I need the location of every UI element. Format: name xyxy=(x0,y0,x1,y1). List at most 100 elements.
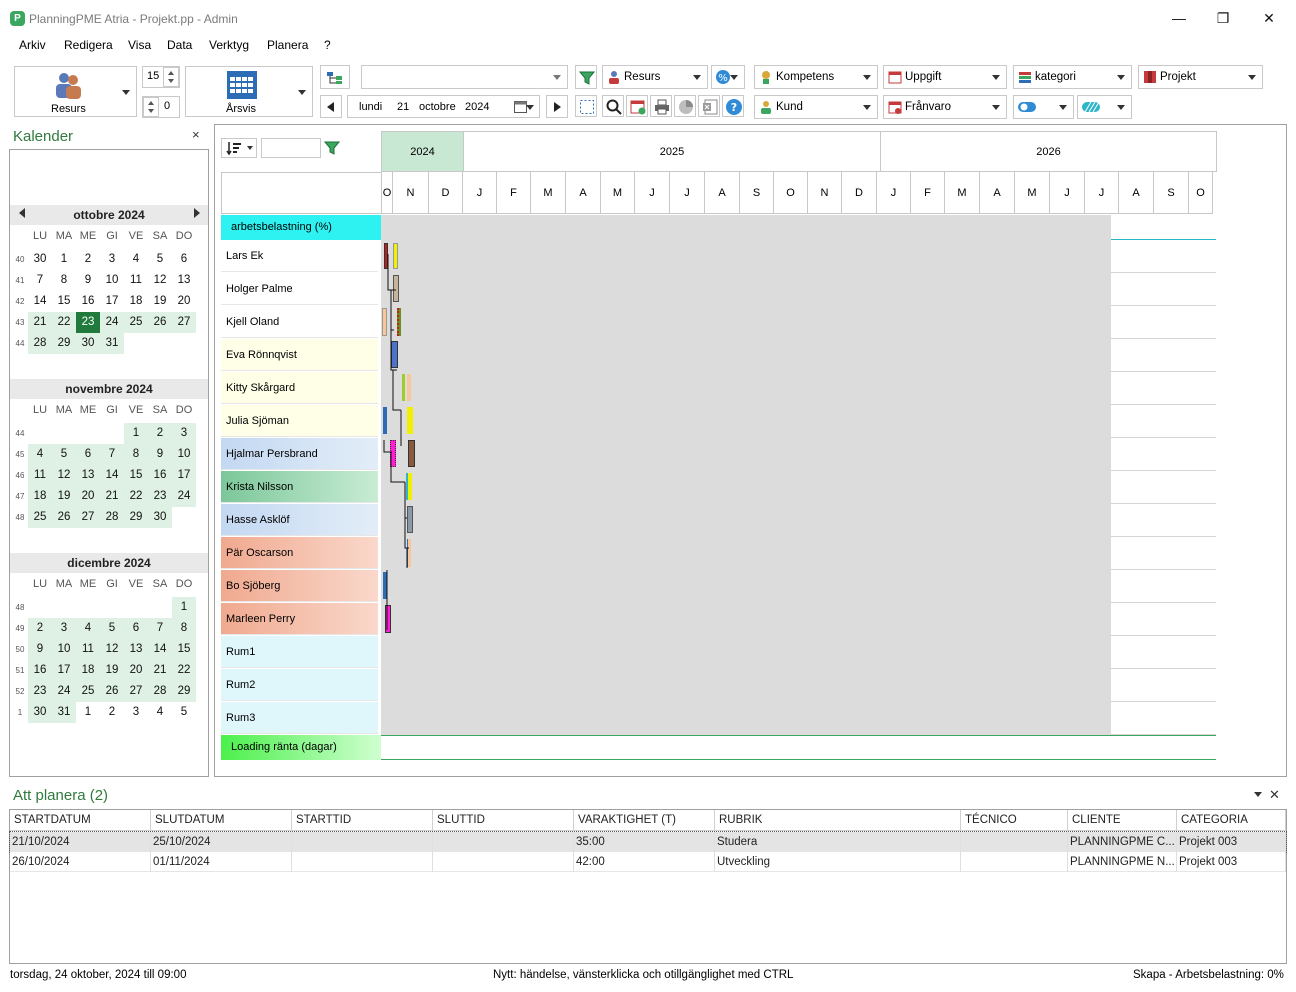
calendar-day[interactable]: 14 xyxy=(148,639,172,660)
spin-bottom-arrows[interactable] xyxy=(143,97,159,117)
calendar-day[interactable]: 12 xyxy=(148,270,172,291)
kund-combo[interactable]: Kund xyxy=(754,95,878,119)
calendar-day[interactable]: 29 xyxy=(124,507,148,528)
calendar-day[interactable]: 18 xyxy=(124,291,148,312)
calendar-day[interactable]: 4 xyxy=(124,249,148,270)
month-header[interactable]: M xyxy=(1015,172,1050,214)
calendar-day[interactable]: 30 xyxy=(28,702,52,723)
calendar-day[interactable]: 3 xyxy=(52,618,76,639)
column-header[interactable]: TÉCNICO xyxy=(961,810,1068,831)
calendar-day[interactable]: 7 xyxy=(28,270,52,291)
search-button[interactable] xyxy=(602,95,624,117)
month-header[interactable]: O xyxy=(774,172,808,214)
resource-row-label[interactable]: Rum3 xyxy=(221,702,378,734)
resource-row-label[interactable]: Pär Oscarson xyxy=(221,537,378,569)
search-combo[interactable] xyxy=(361,65,568,89)
calendar-day[interactable]: 19 xyxy=(100,660,124,681)
calendar-day[interactable]: 29 xyxy=(172,681,196,702)
month-header[interactable]: N xyxy=(393,172,429,214)
month-header[interactable]: M xyxy=(531,172,566,214)
month-header[interactable]: D xyxy=(429,172,463,214)
calendar-day[interactable]: 23 xyxy=(148,486,172,507)
calendar-day[interactable]: 26 xyxy=(52,507,76,528)
calendar-day[interactable]: 7 xyxy=(100,444,124,465)
calendar-day[interactable]: 10 xyxy=(52,639,76,660)
calendar-day[interactable]: 17 xyxy=(100,291,124,312)
column-header[interactable]: RUBRIK xyxy=(715,810,961,831)
calendar-day[interactable]: 6 xyxy=(76,444,100,465)
calendar-day[interactable]: 25 xyxy=(124,312,148,333)
month-header[interactable]: D xyxy=(842,172,877,214)
calendar-day[interactable]: 5 xyxy=(148,249,172,270)
gantt-sort-button[interactable] xyxy=(221,138,257,158)
planning-area[interactable] xyxy=(381,240,1111,735)
calendar-day[interactable]: 19 xyxy=(52,486,76,507)
calendar-day[interactable]: 1 xyxy=(124,423,148,444)
sort-tree-button[interactable] xyxy=(320,65,350,89)
calendar-day[interactable]: 13 xyxy=(76,465,100,486)
resurs-combo[interactable]: Resurs xyxy=(602,65,708,89)
month-header[interactable]: M xyxy=(601,172,635,214)
calendar-day[interactable]: 3 xyxy=(100,249,124,270)
calendar-day[interactable]: 30 xyxy=(28,249,52,270)
calendar-day[interactable]: 3 xyxy=(124,702,148,723)
month-header[interactable]: O xyxy=(1189,172,1213,214)
calendar-day[interactable]: 25 xyxy=(28,507,52,528)
calendar-day[interactable]: 20 xyxy=(172,291,196,312)
calendar-day[interactable]: 23 xyxy=(28,681,52,702)
calendar-day[interactable]: 22 xyxy=(172,660,196,681)
calendar-day[interactable]: 10 xyxy=(172,444,196,465)
calendar-day[interactable]: 24 xyxy=(172,486,196,507)
column-header[interactable]: STARTTID xyxy=(292,810,433,831)
calendar-day[interactable]: 20 xyxy=(124,660,148,681)
uppgift-combo[interactable]: Uppgift xyxy=(883,65,1007,89)
calendar-day[interactable]: 4 xyxy=(28,444,52,465)
calendar-day[interactable]: 3 xyxy=(172,423,196,444)
calendar-day[interactable]: 31 xyxy=(52,702,76,723)
resource-row-label[interactable]: Kitty Skårgard xyxy=(221,372,378,404)
month-header[interactable]: J xyxy=(463,172,497,214)
kompetens-combo[interactable]: Kompetens xyxy=(754,65,878,89)
calendar-day[interactable]: 16 xyxy=(28,660,52,681)
panel-collapse-icon[interactable] xyxy=(1254,792,1262,798)
calendar-day[interactable]: 24 xyxy=(100,312,124,333)
calendar-day[interactable]: 16 xyxy=(76,291,100,312)
menu-visa[interactable]: Visa xyxy=(128,38,151,52)
month-header[interactable]: S xyxy=(740,172,774,214)
calendar-day[interactable]: 12 xyxy=(52,465,76,486)
calendar-day[interactable]: 14 xyxy=(28,291,52,312)
calendar-day[interactable]: 9 xyxy=(148,444,172,465)
calendar-day[interactable]: 18 xyxy=(76,660,100,681)
resource-row-label[interactable]: Lars Ek xyxy=(221,240,378,272)
calendar-day[interactable]: 16 xyxy=(148,465,172,486)
calendar-day[interactable]: 14 xyxy=(100,465,124,486)
calendar-add-button[interactable] xyxy=(626,95,648,117)
percent-combo[interactable]: % xyxy=(711,65,745,89)
spin-top-arrows[interactable] xyxy=(163,67,179,87)
resource-row-label[interactable]: Bo Sjöberg xyxy=(221,570,378,602)
calendar-day[interactable]: 5 xyxy=(172,702,196,723)
calendar-day[interactable]: 6 xyxy=(172,249,196,270)
calendar-day[interactable]: 5 xyxy=(100,618,124,639)
calendar-day[interactable]: 2 xyxy=(100,702,124,723)
calendar-day[interactable]: 22 xyxy=(52,312,76,333)
month-header[interactable]: J xyxy=(670,172,705,214)
month-header[interactable]: A xyxy=(705,172,740,214)
calendar-day[interactable]: 30 xyxy=(76,333,100,354)
date-picker[interactable]: lundi 21 octobre 2024 xyxy=(347,95,540,118)
calendar-day[interactable]: 8 xyxy=(52,270,76,291)
resource-row-label[interactable]: Rum1 xyxy=(221,636,378,668)
next-month-icon[interactable] xyxy=(194,208,201,218)
calendar-day[interactable]: 25 xyxy=(76,681,100,702)
menu-help[interactable]: ? xyxy=(324,38,331,52)
toggle-combo-1[interactable] xyxy=(1013,95,1074,119)
gantt-filter-input[interactable] xyxy=(261,138,321,158)
calendar-day[interactable]: 1 xyxy=(76,702,100,723)
month-header[interactable]: M xyxy=(945,172,980,214)
print-button[interactable] xyxy=(650,95,672,117)
month-header[interactable]: N xyxy=(808,172,842,214)
month-header[interactable]: J xyxy=(1050,172,1085,214)
resource-row-label[interactable]: Julia Sjöman xyxy=(221,405,378,437)
resource-row-label[interactable]: Holger Palme xyxy=(221,273,378,305)
previous-month-icon[interactable] xyxy=(19,208,26,218)
